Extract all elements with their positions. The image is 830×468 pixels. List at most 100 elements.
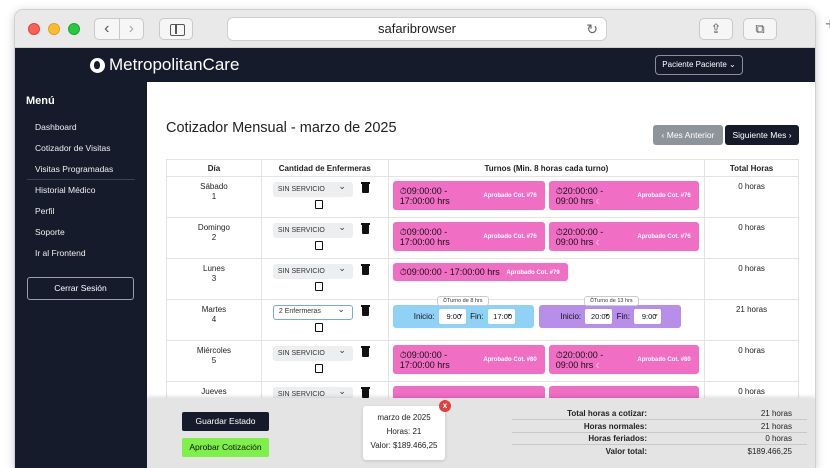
card-hours: Horas: 21	[386, 427, 422, 436]
sidebar-divider	[27, 179, 135, 180]
quantity-cell: SIN SERVICIO	[260, 176, 389, 218]
reload-icon[interactable]: ↻	[586, 18, 598, 40]
approve-quote-button[interactable]: Aprobar Cotización	[182, 438, 269, 457]
total-to-quote-label: Total horas a cotizar:	[567, 409, 647, 418]
moon-icon: ☾	[595, 240, 603, 247]
end-label: Fin:	[616, 312, 630, 321]
start-label: Inicio:	[413, 312, 435, 321]
brand[interactable]: MetropolitanCare	[90, 55, 239, 75]
shifts-cell: ⏱09:00:00 - 17:00:00 hrs Aprobado Cot. #…	[387, 176, 706, 218]
end-time-select[interactable]: 9:00	[634, 306, 662, 325]
shift-editor-day: ⏱Turno de 8 hrs Inicio: 9:00 Fin: 17:00	[392, 296, 534, 328]
copy-icon[interactable]	[314, 323, 323, 332]
nurse-quantity-select[interactable]: SIN SERVICIO	[272, 343, 353, 361]
shifts-cell: ⏱09:00:00 - 17:00:00 hrs Aprobado Cot. #…	[387, 258, 706, 300]
trash-icon[interactable]	[360, 182, 370, 193]
app-header: MetropolitanCare Paciente Paciente ⌄	[15, 48, 815, 82]
copy-icon[interactable]	[314, 282, 323, 291]
copy-icon[interactable]	[314, 200, 323, 209]
card-month: marzo de 2025	[377, 413, 431, 422]
end-time-select[interactable]: 17:00	[487, 306, 515, 325]
column-header-shifts: Turnos (Min. 8 horas cada turno)	[387, 159, 706, 177]
shift-block[interactable]: ⏱09:00:00 - 17:00:00 hrs Aprobado Cot. #…	[392, 222, 545, 251]
total-hours-cell: 0 horas	[704, 340, 799, 382]
trash-icon[interactable]	[360, 346, 370, 357]
close-window-button[interactable]	[28, 23, 40, 35]
app: MetropolitanCare Paciente Paciente ⌄ Men…	[15, 48, 815, 468]
table-header-row: Día Cantidad de Enfermeras Turnos (Min. …	[166, 159, 799, 177]
quantity-cell: 2 Enfermeras	[260, 299, 389, 341]
tabs-overview-icon[interactable]: ⧉	[743, 18, 777, 40]
day-name: Jueves	[201, 387, 227, 396]
trash-icon[interactable]	[360, 305, 370, 316]
table-row: Martes 4 2 Enfermeras ⏱Turno de 8 hrs In…	[166, 296, 799, 341]
nurse-quantity-select[interactable]: SIN SERVICIO	[272, 179, 353, 197]
shift-block[interactable]: ⏱20:00:00 - 09:00 hrs ☾ Aprobado Cot. #7…	[548, 222, 699, 251]
total-value: $189.466,25	[747, 447, 793, 456]
sidebar-item-cotizador[interactable]: Cotizador de Visitas	[35, 143, 110, 153]
moon-icon: ☾	[595, 199, 603, 206]
previous-month-button[interactable]: ‹ Mes Anterior	[653, 125, 723, 145]
nurse-quantity-select[interactable]: SIN SERVICIO	[272, 261, 353, 279]
normal-hours-value: 21 horas	[760, 422, 792, 431]
url-text: safaribrowser	[377, 21, 457, 36]
moon-icon: ☾	[595, 363, 603, 370]
day-number: 4	[211, 315, 217, 324]
sidebar-item-visitas[interactable]: Visitas Programadas	[35, 164, 113, 174]
trash-icon[interactable]	[360, 223, 370, 234]
shift-block[interactable]: ⏱09:00:00 - 17:00:00 hrs Aprobado Cot. #…	[392, 181, 545, 210]
day-number: 1	[211, 192, 217, 201]
quantity-cell: SIN SERVICIO	[260, 340, 389, 382]
maximize-window-button[interactable]	[68, 23, 80, 35]
save-state-button[interactable]: Guardar Estado	[182, 412, 269, 431]
next-month-button[interactable]: Siguiente Mes ›	[725, 125, 799, 145]
divider	[512, 444, 807, 445]
sidebar-item-soporte[interactable]: Soporte	[35, 227, 65, 237]
holiday-hours-value: 0 horas	[765, 434, 792, 443]
address-bar[interactable]: safaribrowser ↻	[227, 17, 607, 41]
quantity-cell: SIN SERVICIO	[260, 217, 389, 259]
sidebar-item-frontend[interactable]: Ir al Frontend	[35, 248, 86, 258]
shift-block[interactable]: ⏱09:00:00 - 17:00:00 hrs Aprobado Cot. #…	[392, 345, 545, 374]
shift-block[interactable]: ⏱20:00:00 - 09:00 hrs ☾ Aprobado Cot. #8…	[548, 345, 699, 374]
shift-block[interactable]: ⏱09:00:00 - 17:00:00 hrs Aprobado Cot. #…	[392, 263, 568, 281]
new-tab-icon[interactable]: +	[825, 14, 830, 36]
nurse-quantity-select[interactable]: SIN SERVICIO	[272, 220, 353, 238]
share-icon[interactable]: ⇪	[699, 18, 733, 40]
shift-end: 09:00 hrs	[555, 237, 594, 247]
forward-button[interactable]: ›	[118, 19, 144, 39]
holiday-hours-label: Horas feriados:	[588, 434, 647, 443]
back-button[interactable]: ‹	[95, 19, 119, 39]
copy-icon[interactable]	[314, 364, 323, 373]
card-value: Valor: $189.466,25	[370, 441, 438, 450]
trash-icon[interactable]	[360, 264, 370, 275]
main-content: Cotizador Mensual - marzo de 2025 ‹ Mes …	[147, 82, 815, 468]
trash-icon[interactable]	[360, 387, 370, 398]
browser-toolbar: ‹ › safaribrowser ↻ ⇪ ⧉	[15, 10, 815, 48]
shift-block[interactable]: ⏱20:00:00 - 09:00 hrs ☾ Aprobado Cot. #7…	[548, 181, 699, 210]
divider	[512, 432, 807, 433]
sidebar-toggle-icon[interactable]	[159, 18, 193, 40]
approved-tag: Aprobado Cot. #80	[483, 357, 537, 363]
minimize-window-button[interactable]	[48, 23, 60, 35]
nurse-quantity-select[interactable]: 2 Enfermeras	[272, 303, 353, 320]
logout-button[interactable]: Cerrar Sesión	[27, 277, 134, 300]
copy-icon[interactable]	[314, 241, 323, 250]
logo-icon	[90, 57, 105, 73]
approved-tag: Aprobado Cot. #76	[637, 193, 691, 199]
sidebar-item-historial[interactable]: Historial Médico	[35, 185, 95, 195]
start-time-select[interactable]: 20:00	[585, 306, 613, 325]
sidebar-item-perfil[interactable]: Perfil	[35, 206, 54, 216]
approved-tag: Aprobado Cot. #76	[483, 234, 537, 240]
total-hours-cell: 0 horas	[704, 217, 799, 259]
start-time-select[interactable]: 9:00	[438, 306, 466, 325]
approved-tag: Aprobado Cot. #76	[637, 234, 691, 240]
day-cell: Miércoles 5	[166, 340, 262, 382]
shifts-cell: ⏱09:00:00 - 17:00:00 hrs Aprobado Cot. #…	[387, 340, 706, 382]
close-icon[interactable]: x	[439, 400, 451, 412]
column-header-quantity: Cantidad de Enfermeras	[260, 159, 389, 177]
sidebar-item-dashboard[interactable]: Dashboard	[35, 122, 77, 132]
shift-duration-caption: ⏱Turno de 8 hrs	[436, 296, 489, 306]
user-menu-dropdown[interactable]: Paciente Paciente ⌄	[655, 55, 743, 75]
month-summary-card: x marzo de 2025 Horas: 21 Valor: $189.46…	[363, 400, 451, 460]
